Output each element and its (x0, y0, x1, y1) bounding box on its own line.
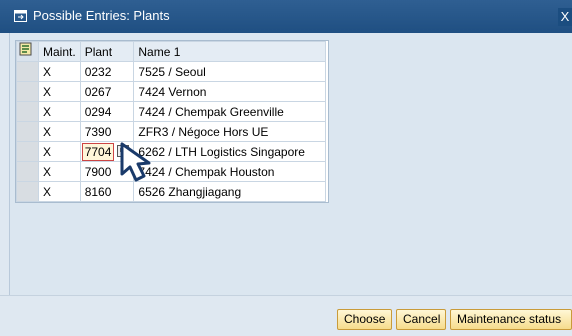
name-cell[interactable]: ZFR3 / Négoce Hors UE (133, 121, 327, 142)
select-all-icon[interactable] (19, 42, 33, 56)
maintenance-status-button[interactable]: Maintenance status (450, 309, 572, 330)
maint-cell: X (38, 141, 81, 162)
name-cell[interactable]: 7525 / Seoul (133, 61, 327, 82)
mouse-pointer-icon (120, 142, 151, 182)
select-all-cell[interactable] (16, 41, 39, 62)
dialog-title: Possible Entries: Plants (33, 8, 170, 23)
column-header-name[interactable]: Name 1 (133, 41, 327, 62)
column-header-maint[interactable]: Maint. (38, 41, 81, 62)
cancel-button[interactable]: Cancel (396, 309, 446, 330)
plant-cell-value[interactable]: 7704 (81, 142, 115, 161)
row-selector[interactable] (16, 161, 39, 182)
maint-cell: X (38, 161, 81, 182)
table-row[interactable]: X 7390 ZFR3 / Négoce Hors UE (16, 121, 327, 142)
name-cell[interactable]: 7424 / Chempak Greenville (133, 101, 327, 122)
row-selector[interactable] (16, 141, 39, 162)
table-row[interactable]: X 0294 7424 / Chempak Greenville (16, 101, 327, 122)
dialog-titlebar: Possible Entries: Plants X (0, 0, 572, 33)
grid-header-row: Maint. Plant Name 1 (16, 41, 327, 62)
row-selector[interactable] (16, 61, 39, 82)
dialog-icon (14, 10, 27, 22)
plant-cell[interactable]: 0294 (79, 101, 135, 122)
row-selector[interactable] (16, 181, 39, 202)
plant-cell[interactable]: 0232 (79, 61, 135, 82)
maint-cell: X (38, 181, 81, 202)
table-row[interactable]: X 0232 7525 / Seoul (16, 61, 327, 82)
maint-cell: X (38, 121, 81, 142)
table-row[interactable]: X 0267 7424 Vernon (16, 81, 327, 102)
dialog-content: Maint. Plant Name 1 X 0232 7525 / Seoul … (9, 33, 572, 295)
plant-cell[interactable]: 7390 (79, 121, 135, 142)
close-button[interactable]: X (558, 8, 572, 26)
row-selector[interactable] (16, 101, 39, 122)
choose-button[interactable]: Choose (337, 309, 392, 330)
column-header-plant[interactable]: Plant (79, 41, 135, 62)
maint-cell: X (38, 61, 81, 82)
row-selector[interactable] (16, 81, 39, 102)
maint-cell: X (38, 101, 81, 122)
plant-cell[interactable]: 0267 (79, 81, 135, 102)
maint-cell: X (38, 81, 81, 102)
name-cell[interactable]: 7424 Vernon (133, 81, 327, 102)
row-selector[interactable] (16, 121, 39, 142)
